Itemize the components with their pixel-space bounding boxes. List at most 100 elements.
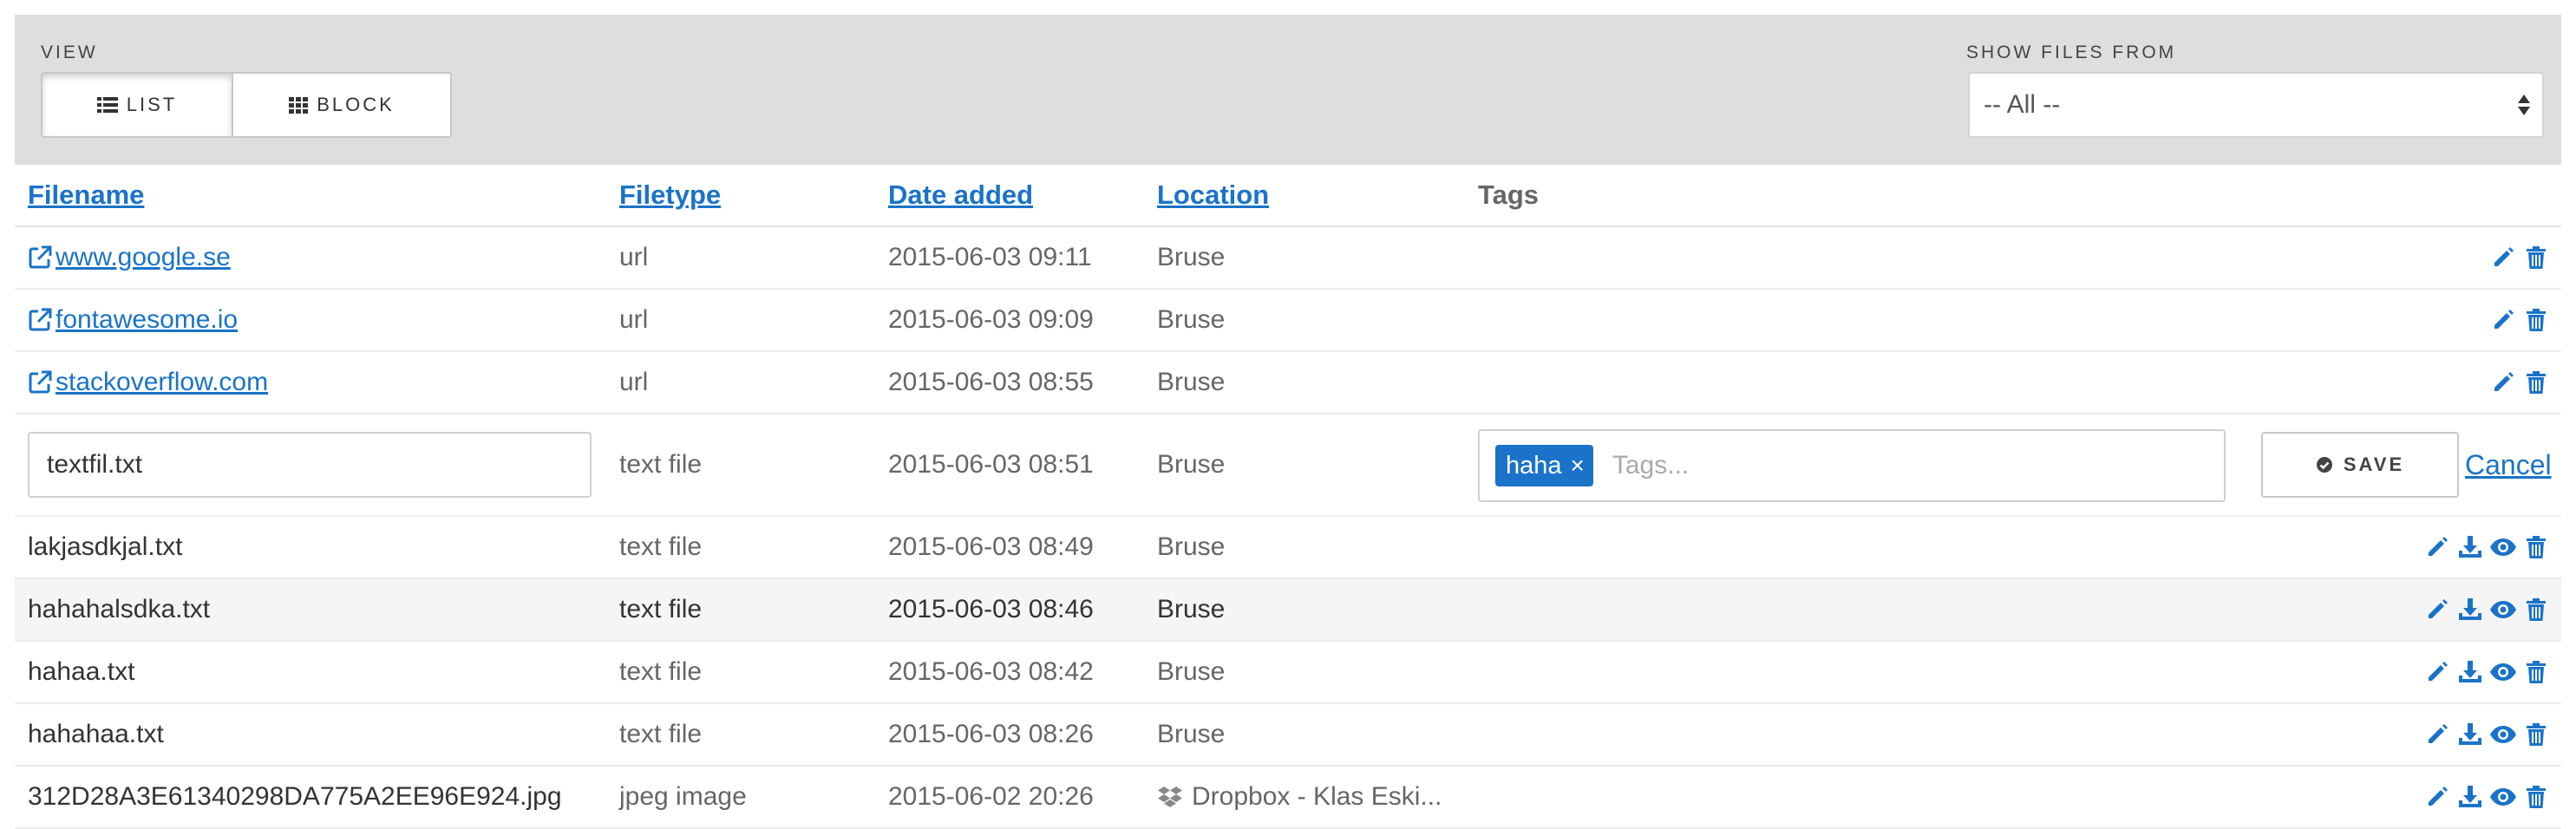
- trash-icon[interactable]: [2521, 532, 2551, 562]
- trash-icon[interactable]: [2521, 243, 2551, 272]
- url-link[interactable]: stackoverflow.com: [28, 368, 268, 397]
- pencil-icon[interactable]: [2422, 657, 2452, 687]
- show-files-from-label: SHOW FILES FROM: [1966, 42, 2177, 62]
- list-view-button[interactable]: LIST: [41, 72, 233, 138]
- filetype-cell: text file: [619, 450, 703, 479]
- external-link-icon: [29, 308, 52, 331]
- trash-icon[interactable]: [2521, 305, 2551, 335]
- eye-icon[interactable]: [2488, 782, 2518, 812]
- date-cell: 2015-06-03 08:51: [888, 450, 1094, 479]
- block-view-label: BLOCK: [317, 94, 395, 115]
- cancel-link[interactable]: Cancel: [2465, 414, 2552, 515]
- filename-cell: hahahaa.txt: [28, 720, 164, 748]
- table-row-editing: text file 2015-06-03 08:51 Bruse haha × …: [15, 414, 2561, 517]
- date-cell: 2015-06-03 08:42: [888, 657, 1094, 686]
- filename-cell: hahahalsdka.txt: [28, 595, 211, 623]
- filename-cell: 312D28A3E61340298DA775A2EE96E924.jpg: [28, 782, 562, 811]
- download-icon[interactable]: [2455, 782, 2485, 812]
- filetype-cell: text file: [619, 720, 703, 748]
- list-icon: [96, 97, 118, 113]
- eye-icon[interactable]: [2488, 657, 2518, 687]
- list-view-label: LIST: [126, 94, 178, 115]
- download-icon[interactable]: [2455, 720, 2485, 749]
- tags-input[interactable]: [1610, 450, 2044, 481]
- table-row: www.google.se url 2015-06-03 09:11 Bruse: [15, 227, 2561, 290]
- date-cell: 2015-06-02 20:26: [888, 782, 1094, 811]
- tags-header: Tags: [1478, 180, 1540, 210]
- date-cell: 2015-06-03 08:46: [888, 595, 1094, 623]
- trash-icon[interactable]: [2521, 720, 2551, 749]
- download-icon[interactable]: [2455, 532, 2485, 562]
- location-cell: Bruse: [1157, 720, 1226, 748]
- pencil-icon[interactable]: [2422, 720, 2452, 749]
- save-button[interactable]: SAVE: [2261, 432, 2459, 498]
- download-icon[interactable]: [2455, 657, 2485, 687]
- check-circle-icon: [2316, 457, 2332, 473]
- date-cell: 2015-06-03 08:55: [888, 368, 1094, 396]
- tags-editor[interactable]: haha ×: [1478, 429, 2226, 502]
- view-label: VIEW: [41, 42, 98, 62]
- external-link-icon: [29, 245, 52, 269]
- sort-location-link[interactable]: Location: [1157, 180, 1269, 211]
- sort-filename-link[interactable]: Filename: [28, 180, 144, 211]
- filetype-cell: url: [619, 243, 649, 271]
- pencil-icon[interactable]: [2488, 368, 2518, 397]
- pencil-icon[interactable]: [2422, 532, 2452, 562]
- location-cell: Bruse: [1157, 532, 1226, 561]
- save-label: SAVE: [2343, 454, 2405, 475]
- dropbox-icon: [1158, 787, 1182, 807]
- files-table: Filename Filetype Date added Location Ta…: [15, 165, 2561, 829]
- eye-icon[interactable]: [2488, 720, 2518, 749]
- eye-icon[interactable]: [2488, 595, 2518, 624]
- table-row: 312D28A3E61340298DA775A2EE96E924.jpg jpe…: [15, 767, 2561, 829]
- location-cell: Bruse: [1157, 450, 1226, 479]
- url-link[interactable]: www.google.se: [28, 243, 231, 272]
- location-cell: Bruse: [1157, 595, 1226, 623]
- tag-label: haha: [1506, 451, 1562, 480]
- select-arrows-icon: [2514, 86, 2534, 124]
- table-row: lakjasdkjal.txt text file 2015-06-03 08:…: [15, 517, 2561, 579]
- grid-icon: [289, 97, 309, 114]
- show-files-from-select[interactable]: -- All --: [1968, 72, 2544, 138]
- trash-icon[interactable]: [2521, 595, 2551, 624]
- table-row: fontawesome.io url 2015-06-03 09:09 Brus…: [15, 290, 2561, 352]
- pencil-icon[interactable]: [2422, 595, 2452, 624]
- sort-date-link[interactable]: Date added: [888, 180, 1033, 211]
- pencil-icon[interactable]: [2488, 305, 2518, 335]
- filetype-cell: jpeg image: [619, 782, 747, 811]
- filename-input[interactable]: [28, 432, 592, 498]
- date-cell: 2015-06-03 09:11: [888, 243, 1092, 271]
- tag-chip: haha ×: [1495, 445, 1593, 486]
- location-cell: Dropbox - Klas Eski...: [1157, 767, 1442, 827]
- location-cell: Bruse: [1157, 657, 1226, 686]
- location-cell: Bruse: [1157, 243, 1226, 271]
- eye-icon[interactable]: [2488, 532, 2518, 562]
- trash-icon[interactable]: [2521, 368, 2551, 397]
- filetype-cell: text file: [619, 657, 703, 686]
- select-value: -- All --: [1984, 90, 2061, 119]
- url-link[interactable]: fontawesome.io: [28, 305, 238, 335]
- trash-icon[interactable]: [2521, 657, 2551, 687]
- pencil-icon[interactable]: [2488, 243, 2518, 272]
- filter-bar: VIEW LIST BLOCK SHOW FILES FROM -- All -…: [15, 15, 2561, 165]
- sort-filetype-link[interactable]: Filetype: [619, 180, 721, 211]
- view-toggle: LIST BLOCK: [41, 72, 452, 138]
- location-cell: Bruse: [1157, 368, 1226, 396]
- table-row: hahaa.txt text file 2015-06-03 08:42 Bru…: [15, 642, 2561, 704]
- table-row: stackoverflow.com url 2015-06-03 08:55 B…: [15, 352, 2561, 414]
- filename-cell: hahaa.txt: [28, 657, 135, 686]
- filetype-cell: text file: [619, 595, 703, 623]
- location-cell: Bruse: [1157, 305, 1226, 334]
- block-view-button[interactable]: BLOCK: [233, 72, 452, 138]
- remove-tag-button[interactable]: ×: [1571, 452, 1585, 480]
- table-row: hahahaa.txt text file 2015-06-03 08:26 B…: [15, 704, 2561, 767]
- download-icon[interactable]: [2455, 595, 2485, 624]
- filetype-cell: url: [619, 305, 649, 334]
- pencil-icon[interactable]: [2422, 782, 2452, 812]
- trash-icon[interactable]: [2521, 782, 2551, 812]
- date-cell: 2015-06-03 09:09: [888, 305, 1094, 334]
- date-cell: 2015-06-03 08:26: [888, 720, 1094, 748]
- date-cell: 2015-06-03 08:49: [888, 532, 1094, 561]
- filename-cell: lakjasdkjal.txt: [28, 532, 183, 561]
- table-row: hahahalsdka.txt text file 2015-06-03 08:…: [15, 579, 2561, 642]
